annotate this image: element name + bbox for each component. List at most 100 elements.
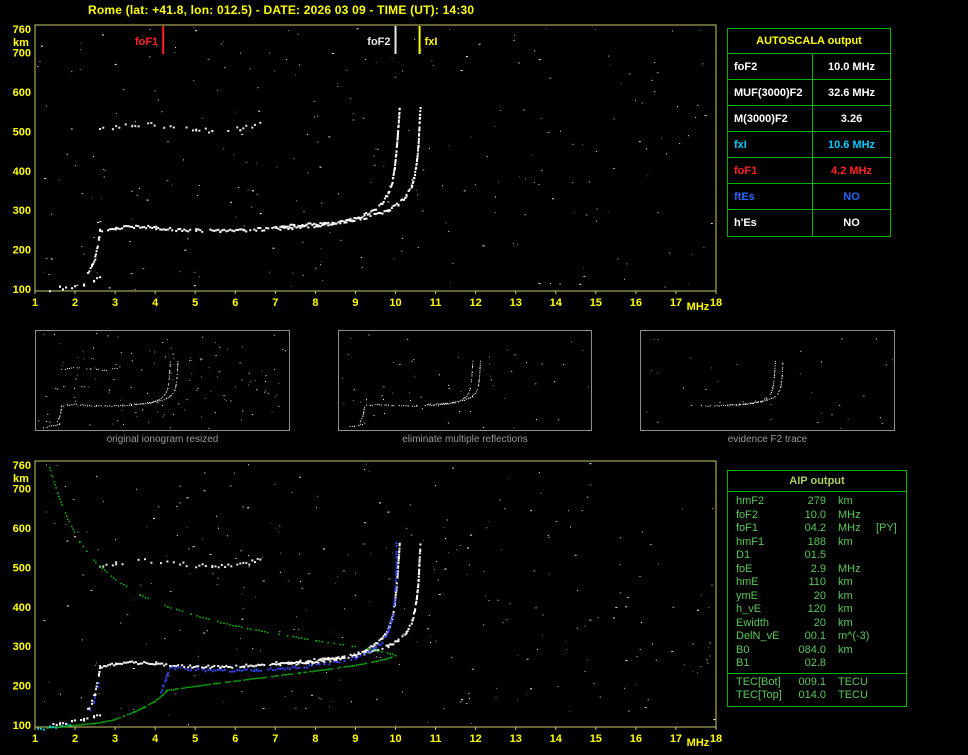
trace-F1-cusp xyxy=(56,406,63,423)
x-tick-label: 4 xyxy=(152,733,159,745)
autoscala-row-ftEs: ftEs NO xyxy=(728,184,890,210)
param-name: hmE xyxy=(736,576,759,588)
param-value: 10.0 MHz xyxy=(827,61,876,73)
param-value: 32.6 MHz xyxy=(827,87,876,99)
param-unit xyxy=(826,657,872,671)
param-value: 084.0 xyxy=(798,643,826,656)
param-extra xyxy=(872,563,906,577)
aip-row-foF2: foF2 10.0 MHz xyxy=(728,509,906,523)
trace-E-tail xyxy=(43,423,61,429)
noise-layer xyxy=(37,27,713,290)
param-value: 10.6 MHz xyxy=(827,139,876,151)
x-tick-label: 18 xyxy=(710,733,722,745)
param-value: 014.0 xyxy=(798,688,826,701)
trace-F-trace-O xyxy=(99,542,401,670)
x-tick-label: 15 xyxy=(590,297,602,309)
aip-row-hmE: hmE 110 km xyxy=(728,576,906,590)
trace-F1-cusp xyxy=(359,406,366,423)
x-tick-label: 2 xyxy=(72,297,78,309)
thumbnail-caption-eliminate: eliminate multiple reflections xyxy=(402,434,528,445)
trace-second-hop xyxy=(99,557,262,569)
trace-F-trace-X xyxy=(129,361,179,405)
trace-F-trace-O xyxy=(99,107,401,234)
param-unit: MHz xyxy=(838,508,861,521)
param-value: 110 xyxy=(808,576,826,588)
param-label: h'Es xyxy=(728,210,813,236)
param-extra: [PY] xyxy=(876,522,897,534)
aip-row-foF1: foF1 04.2 MHz [PY] xyxy=(728,522,906,536)
y-tick-label: 400 xyxy=(13,166,31,178)
y-tick-label: 100 xyxy=(13,284,31,296)
autoscala-row-MUF(3000)F2: MUF(3000)F2 32.6 MHz xyxy=(728,80,890,106)
aip-row-hmF1: hmF1 188 km xyxy=(728,536,906,550)
param-name: D1 xyxy=(736,549,751,561)
x-tick-label: 2 xyxy=(72,733,78,745)
autoscala-row-foF2: foF2 10.0 MHz xyxy=(728,54,890,80)
param-name: foE xyxy=(736,562,753,575)
trace-E-tail xyxy=(349,422,366,428)
autoscala-window: Rome (lat: +41.8, lon: 012.5) - DATE: 20… xyxy=(0,0,968,755)
y-tick-label: 300 xyxy=(13,641,31,653)
param-extra xyxy=(872,657,906,671)
param-unit xyxy=(826,549,872,563)
marker-label-foF1: foF1 xyxy=(135,36,158,48)
param-extra xyxy=(872,495,906,509)
x-tick-label: 1 xyxy=(32,733,38,745)
marker-label-fxI: fxI xyxy=(425,36,438,48)
marker-label-foF2: foF2 xyxy=(367,36,390,48)
y-tick-label: 700 xyxy=(13,48,31,60)
y-axis-unit: km xyxy=(13,473,29,485)
param-name: Ewidth xyxy=(736,616,770,629)
param-name: ymE xyxy=(736,589,758,602)
y-tick-label: 200 xyxy=(13,681,31,693)
y-tick-label: 200 xyxy=(13,245,31,257)
x-tick-label: 11 xyxy=(430,297,442,309)
param-label: ftEs xyxy=(728,184,813,209)
param-extra xyxy=(872,536,906,550)
x-tick-label: 7 xyxy=(272,733,278,745)
aip-output-table: AIP output hmF2 279 km foF2 10.0 MHz foF1 04.2 MH… xyxy=(727,470,907,707)
aip-row-Ewidth: Ewidth 20 km xyxy=(728,617,906,631)
x-tick-label: 13 xyxy=(510,733,522,745)
param-label: M(3000)F2 xyxy=(728,106,813,131)
param-extra xyxy=(872,549,906,563)
autoscala-row-fxI: fxI 10.6 MHz xyxy=(728,132,890,158)
y-tick-label: 700 xyxy=(13,484,31,496)
param-value: 2.9 xyxy=(810,562,826,575)
param-value: NO xyxy=(843,191,860,203)
thumbnail-evidence-f2-trace-image xyxy=(646,338,893,429)
param-label: foF2 xyxy=(728,54,813,79)
x-tick-label: 17 xyxy=(670,297,682,309)
y-tick-label: 400 xyxy=(13,602,31,614)
trace-F-trace-O xyxy=(701,361,776,407)
param-extra xyxy=(872,676,906,689)
autoscala-row-h'Es: h'Es NO xyxy=(728,210,890,236)
thumb-noise-layer xyxy=(646,338,893,429)
x-tick-label: 5 xyxy=(192,733,198,745)
trace-second-hop xyxy=(61,366,121,371)
aip-row-B0: B0 084.0 km xyxy=(728,644,906,658)
marker-line-fxI xyxy=(418,26,421,54)
param-unit: TECU xyxy=(838,688,868,701)
x-tick-label: 10 xyxy=(389,733,401,745)
noise-layer xyxy=(43,463,716,726)
y-tick-label: 500 xyxy=(13,126,31,138)
thumb-noise-layer xyxy=(38,333,286,429)
thumbnail-caption-original: original ionogram resized xyxy=(106,434,219,445)
y-tick-label: 500 xyxy=(13,562,31,574)
aip-row-TEC[Top]: TEC[Top] 014.0 TECU xyxy=(728,689,906,703)
param-label: MUF(3000)F2 xyxy=(728,80,813,105)
param-extra xyxy=(872,689,906,703)
thumbnail-caption-evidence: evidence F2 trace xyxy=(727,434,808,445)
x-tick-label: 4 xyxy=(152,297,159,309)
aip-table-title: AIP output xyxy=(728,471,906,492)
aip-row-hmF2: hmF2 279 km xyxy=(728,495,906,509)
param-name: DelN_vE xyxy=(736,630,780,642)
aip-row-B1: B1 02.8 xyxy=(728,657,906,671)
y-tick-label: 100 xyxy=(13,720,31,732)
param-name: TEC[Bot] xyxy=(736,675,781,688)
x-axis-unit: MHz xyxy=(687,301,710,313)
param-extra xyxy=(872,590,906,604)
trace-F1-cusp xyxy=(87,229,102,274)
x-tick-label: 9 xyxy=(352,733,358,745)
